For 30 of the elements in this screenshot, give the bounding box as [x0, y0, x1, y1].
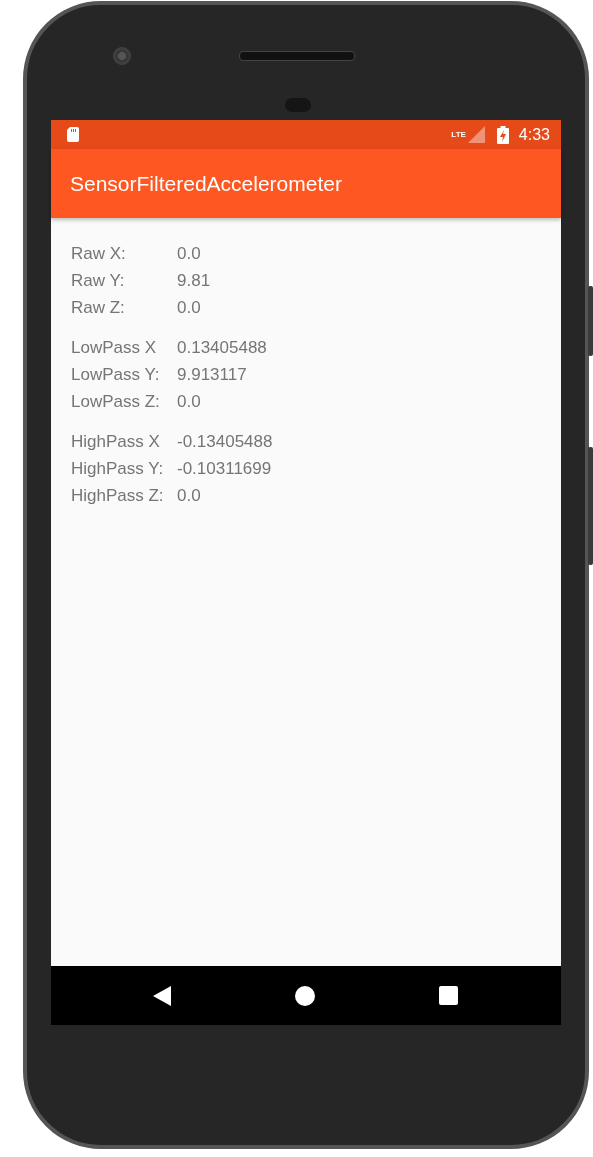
sensor-label: LowPass Z:: [71, 391, 161, 412]
sensor-value: 9.81: [177, 270, 211, 291]
camera-lens: [113, 47, 131, 65]
volume-button[interactable]: [588, 447, 593, 565]
sensor-value: 0.13405488: [177, 337, 267, 358]
home-icon[interactable]: [295, 985, 315, 1006]
sensor-value: -0.10311699: [177, 458, 272, 479]
sensor-label: HighPass Y:: [71, 458, 165, 479]
sensor-value: 0.0: [177, 297, 201, 318]
power-button[interactable]: [588, 286, 593, 356]
sensor-label: LowPass X: [71, 337, 158, 358]
sd-card-icon: [67, 127, 79, 142]
sensor-label: Raw Z:: [71, 297, 126, 318]
sensor-value: 0.0: [177, 243, 201, 264]
sensor-value: -0.13405488: [177, 431, 273, 452]
back-icon[interactable]: [153, 985, 171, 1006]
network-type: LTE: [451, 129, 466, 139]
app-title: SensorFilteredAccelerometer: [70, 171, 342, 196]
sensor-label: HighPass X: [71, 431, 161, 452]
signal-icon: [467, 126, 485, 143]
sensor-label: Raw X:: [71, 243, 127, 264]
sensor-label: LowPass Y:: [71, 364, 161, 385]
sensor-value: 0.0: [177, 391, 201, 412]
clock: 4:33: [518, 125, 550, 144]
sensor-value: 0.0: [177, 485, 201, 506]
recents-icon[interactable]: [439, 986, 458, 1005]
sensor-value: 9.913117: [177, 364, 247, 385]
sensor-label: HighPass Z:: [71, 485, 165, 506]
battery-charging-icon: [496, 125, 509, 144]
sensor-label: Raw Y:: [71, 270, 126, 291]
